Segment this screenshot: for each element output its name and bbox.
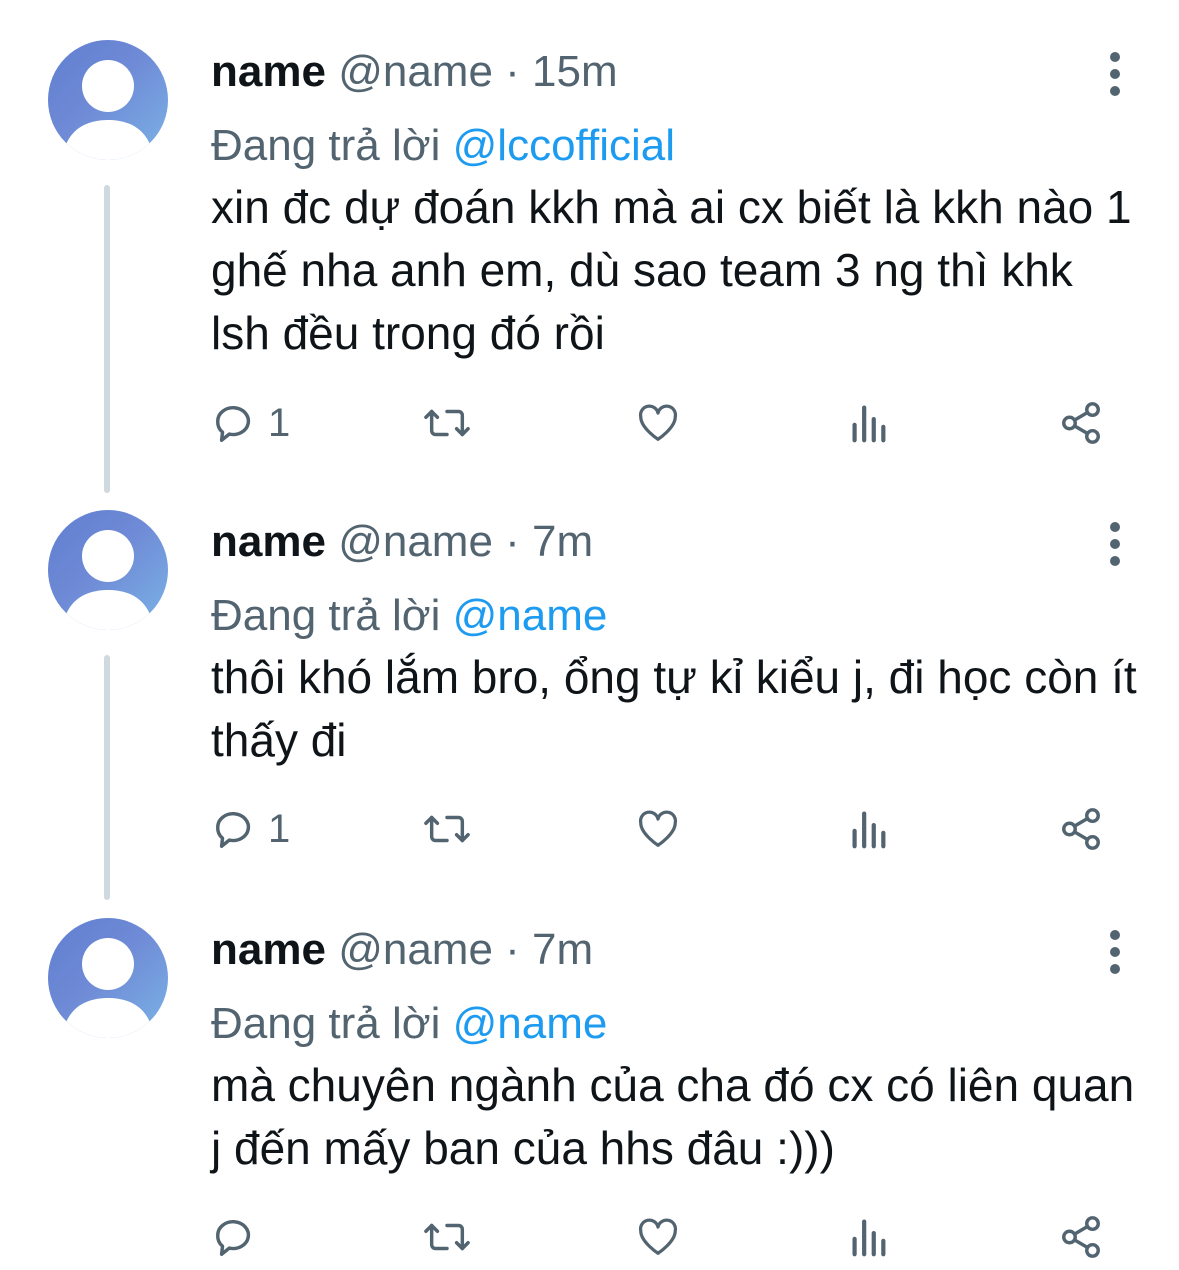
action-bar: 1: [0, 393, 1179, 453]
more-options-button[interactable]: [1100, 928, 1130, 976]
reply-button[interactable]: [212, 1207, 268, 1267]
tweet-header: name @name · 7m: [211, 924, 593, 976]
display-name[interactable]: name: [211, 925, 326, 974]
default-avatar-icon: [62, 938, 154, 1038]
like-button[interactable]: [635, 799, 681, 859]
mention-link[interactable]: @name: [453, 999, 608, 1048]
share-button[interactable]: [1058, 799, 1104, 859]
handle[interactable]: @name: [338, 47, 493, 96]
replying-to: Đang trả lời @lccofficial: [211, 120, 675, 172]
separator: ·: [505, 517, 520, 566]
reply-prefix: Đang trả lời: [211, 591, 441, 640]
reply-icon: [216, 812, 251, 848]
more-options-button[interactable]: [1100, 50, 1130, 98]
handle[interactable]: @name: [338, 517, 493, 566]
more-vertical-icon: [1110, 930, 1120, 974]
views-icon: [852, 811, 886, 849]
default-avatar-icon: [62, 530, 154, 630]
like-button[interactable]: [635, 393, 681, 453]
separator: ·: [505, 925, 520, 974]
reply-count: 1: [268, 807, 291, 851]
views-button[interactable]: [848, 799, 888, 859]
retweet-icon: [424, 815, 470, 843]
more-options-button[interactable]: [1100, 520, 1130, 568]
timestamp[interactable]: 7m: [532, 517, 593, 566]
tweet-text: thôi khó lắm bro, ổng tự kỉ kiểu j, đi h…: [211, 651, 1137, 766]
separator: ·: [505, 47, 520, 96]
avatar[interactable]: [48, 918, 168, 1038]
reply-button[interactable]: 1: [212, 799, 290, 859]
views-button[interactable]: [848, 393, 888, 453]
reply-button[interactable]: 1: [212, 393, 290, 453]
action-bar: 1: [0, 799, 1179, 859]
default-avatar-icon: [62, 60, 154, 160]
share-button[interactable]: [1058, 393, 1104, 453]
like-icon: [638, 404, 678, 441]
tweet-header: name @name · 15m: [211, 46, 618, 98]
like-icon: [638, 810, 678, 847]
action-bar: [0, 1207, 1179, 1267]
share-button[interactable]: [1058, 1207, 1104, 1267]
avatar[interactable]: [48, 510, 168, 630]
more-vertical-icon: [1110, 52, 1120, 96]
tweet-text: mà chuyên ngành của cha đó cx có liên qu…: [211, 1059, 1135, 1174]
reply-prefix: Đang trả lời: [211, 999, 441, 1048]
handle[interactable]: @name: [338, 925, 493, 974]
retweet-icon: [424, 1223, 470, 1251]
timestamp[interactable]: 15m: [532, 47, 618, 96]
retweet-icon: [424, 409, 470, 437]
reply-count: 1: [268, 401, 291, 445]
mention-link[interactable]: @lccofficial: [453, 121, 675, 170]
more-vertical-icon: [1110, 522, 1120, 566]
share-icon: [1062, 402, 1100, 444]
views-button[interactable]: [848, 1207, 888, 1267]
avatar[interactable]: [48, 40, 168, 160]
like-icon: [638, 1218, 678, 1255]
retweet-button[interactable]: [420, 1207, 474, 1267]
tweet[interactable]: name @name · 15m Đang trả lời @lccoffici…: [0, 30, 1179, 500]
retweet-button[interactable]: [420, 393, 474, 453]
tweet-header: name @name · 7m: [211, 516, 593, 568]
share-icon: [1062, 808, 1100, 850]
timestamp[interactable]: 7m: [532, 925, 593, 974]
share-icon: [1062, 1216, 1100, 1258]
display-name[interactable]: name: [211, 47, 326, 96]
tweet-text: xin đc dự đoán kkh mà ai cx biết là kkh …: [211, 181, 1132, 359]
thread-line: [104, 655, 110, 900]
views-icon: [852, 405, 886, 443]
tweet[interactable]: name @name · 7m Đang trả lời @name thôi …: [0, 500, 1179, 908]
replying-to: Đang trả lời @name: [211, 998, 607, 1050]
like-button[interactable]: [635, 1207, 681, 1267]
mention-link[interactable]: @name: [453, 591, 608, 640]
retweet-button[interactable]: [420, 799, 474, 859]
reply-icon: [216, 406, 251, 442]
reply-prefix: Đang trả lời: [211, 121, 441, 170]
tweet[interactable]: name @name · 7m Đang trả lời @name mà ch…: [0, 908, 1179, 1270]
replying-to: Đang trả lời @name: [211, 590, 607, 642]
reply-icon: [216, 1220, 251, 1256]
display-name[interactable]: name: [211, 517, 326, 566]
views-icon: [852, 1219, 886, 1257]
